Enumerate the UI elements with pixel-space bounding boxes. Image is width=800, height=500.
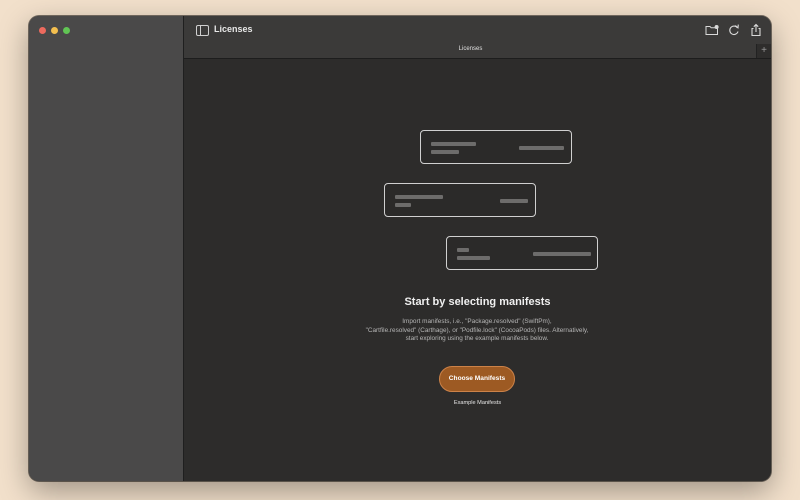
close-window-button[interactable] (39, 27, 46, 34)
tab-licenses[interactable]: Licenses (184, 46, 757, 52)
sidebar (29, 16, 184, 481)
empty-state: Start by selecting manifests Import mani… (184, 59, 771, 481)
empty-state-description: Import manifests, i.e., "Package.resolve… (365, 318, 589, 342)
toolbar: Licenses (184, 16, 771, 44)
window-title: Licenses (214, 24, 253, 34)
empty-state-heading: Start by selecting manifests (404, 296, 551, 308)
share-icon[interactable] (748, 22, 764, 38)
placeholder-card (420, 130, 572, 164)
sidebar-toggle-icon[interactable] (196, 25, 209, 36)
placeholder-card (384, 183, 536, 217)
app-window: Licenses Licenses + Start by selecting m… (29, 16, 771, 481)
placeholder-card (446, 236, 598, 270)
minimize-window-button[interactable] (51, 27, 58, 34)
main-area: Licenses Licenses + Start by selecting m… (184, 16, 771, 481)
zoom-window-button[interactable] (63, 27, 70, 34)
example-manifests-button[interactable]: Example Manifests (184, 400, 771, 406)
add-tab-button[interactable]: + (756, 44, 771, 58)
refresh-icon[interactable] (726, 22, 742, 38)
folder-badge-icon[interactable] (704, 22, 720, 38)
choose-manifests-button[interactable]: Choose Manifests (439, 366, 515, 392)
tab-bar: Licenses + (184, 44, 771, 59)
